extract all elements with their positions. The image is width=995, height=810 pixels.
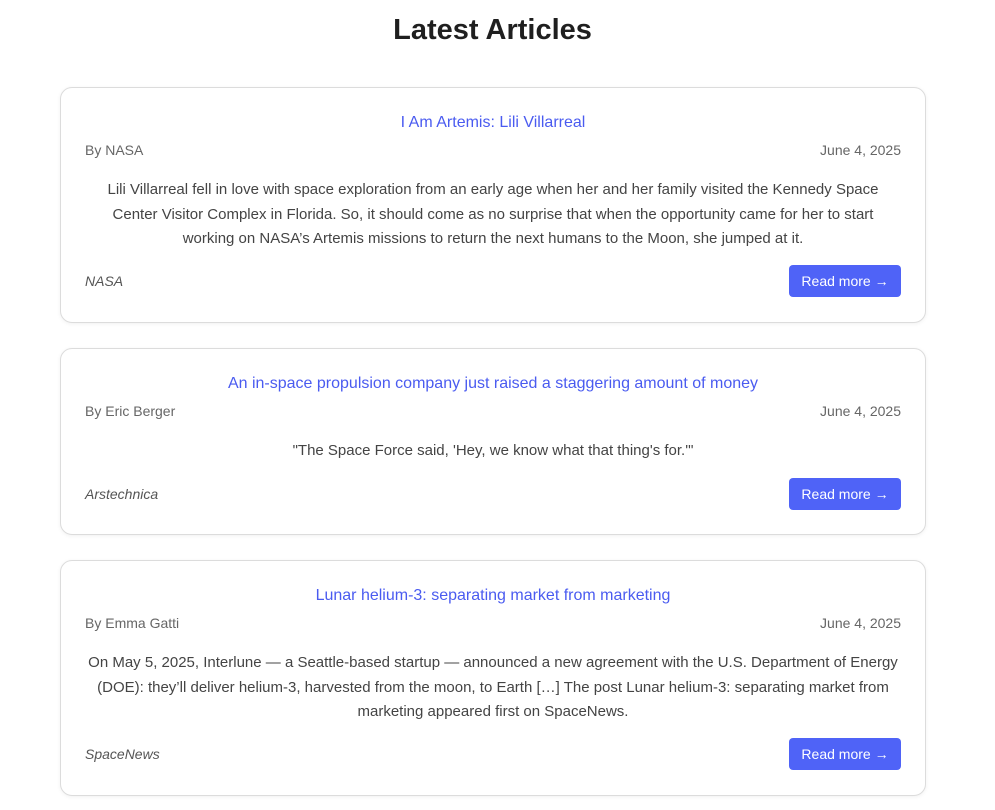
article-meta: By Emma Gatti June 4, 2025 [85, 615, 901, 633]
article-card: I Am Artemis: Lili Villarreal By NASA Ju… [60, 87, 926, 323]
article-author: By Eric Berger [85, 403, 176, 419]
article-card: Lunar helium-3: separating market from m… [60, 560, 926, 796]
read-more-button[interactable]: Read more → [789, 265, 901, 297]
article-source: SpaceNews [85, 746, 160, 762]
article-date: June 4, 2025 [820, 142, 901, 158]
page: Latest Articles I Am Artemis: Lili Villa… [0, 0, 995, 810]
article-summary: Lili Villarreal fell in love with space … [107, 181, 879, 247]
article-title-link[interactable]: Lunar helium-3: separating market from m… [61, 587, 925, 605]
article-meta: By Eric Berger June 4, 2025 [85, 403, 901, 421]
article-title-link[interactable]: I Am Artemis: Lili Villarreal [61, 114, 925, 132]
page-title: Latest Articles [393, 14, 592, 46]
article-title-link[interactable]: An in-space propulsion company just rais… [61, 375, 925, 393]
article-meta: By NASA June 4, 2025 [85, 142, 901, 160]
article-author: By NASA [85, 142, 144, 158]
article-author: By Emma Gatti [85, 615, 180, 631]
article-date: June 4, 2025 [820, 615, 901, 631]
article-date: June 4, 2025 [820, 403, 901, 419]
article-card: An in-space propulsion company just rais… [60, 348, 926, 535]
article-source: NASA [85, 273, 124, 289]
article-source: Arstechnica [85, 486, 159, 502]
read-more-button[interactable]: Read more → [789, 478, 901, 510]
read-more-button[interactable]: Read more → [789, 738, 901, 770]
article-summary: "The Space Force said, 'Hey, we know wha… [292, 442, 694, 459]
article-summary: On May 5, 2025, Interlune — a Seattle-ba… [88, 654, 898, 720]
